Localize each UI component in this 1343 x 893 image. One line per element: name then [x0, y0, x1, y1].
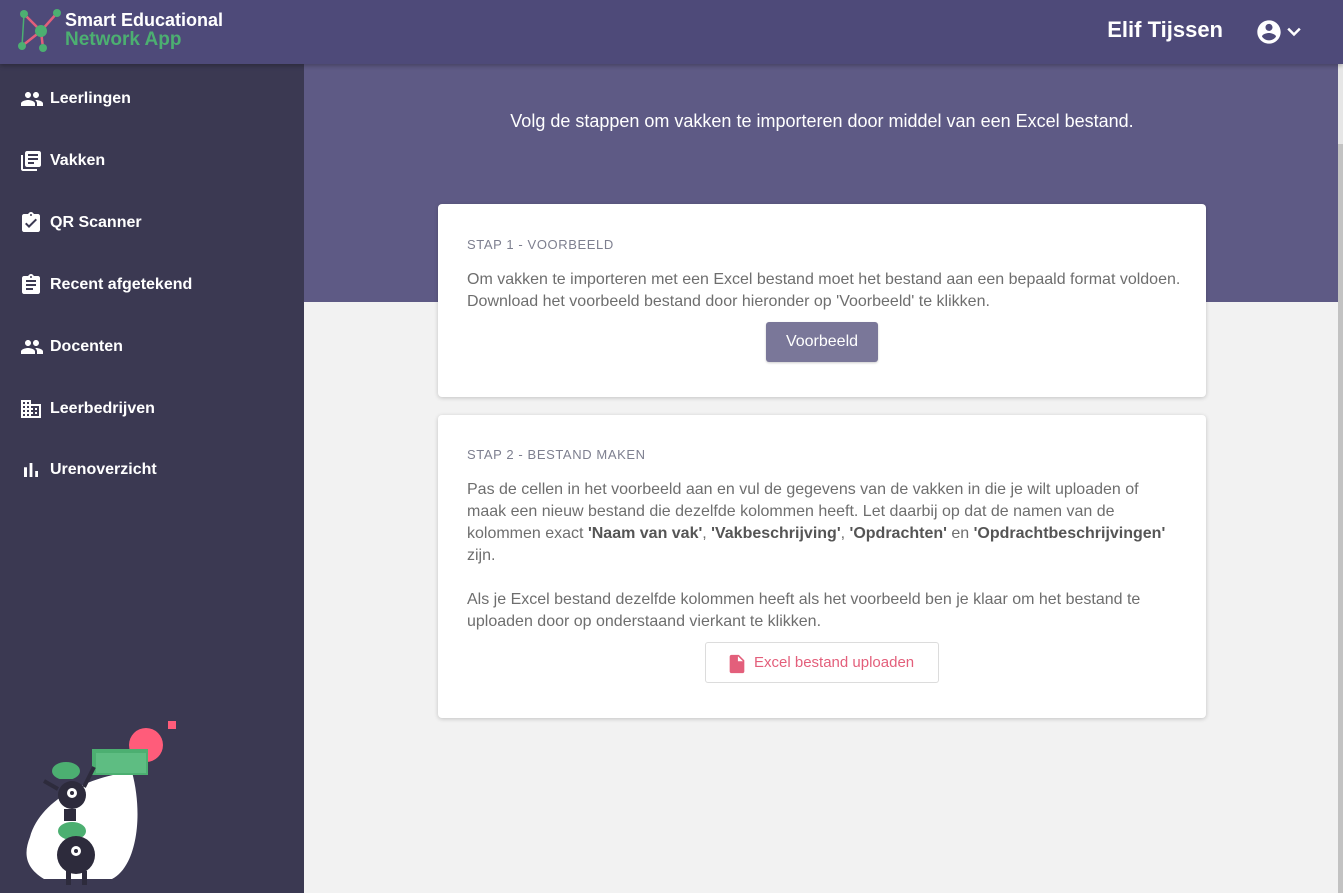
account-menu-button[interactable]	[1255, 18, 1305, 46]
upload-label: Excel bestand uploaden	[754, 654, 915, 671]
app-name-line2: Network App	[65, 29, 182, 50]
sidebar-item-qr-scanner[interactable]: QR Scanner	[0, 198, 304, 248]
sidebar: Leerlingen Vakken QR Scanner Recent afge…	[0, 64, 304, 893]
sidebar-item-docenten[interactable]: Docenten	[0, 322, 304, 372]
step1-card: STAP 1 - VOORBEELD Om vakken te importer…	[438, 204, 1206, 397]
column-name-naam: 'Naam van vak'	[587, 525, 703, 542]
separator: en	[946, 525, 974, 542]
people-icon	[21, 340, 43, 354]
app-logo[interactable]: Smart Educational Network App	[16, 8, 236, 56]
step2-title: STAP 2 - BESTAND MAKEN	[467, 447, 646, 462]
sidebar-item-label: Docenten	[50, 338, 123, 355]
chevron-down-icon	[1287, 27, 1301, 37]
bar-chart-icon	[24, 463, 38, 477]
sidebar-item-vakken[interactable]: Vakken	[0, 136, 304, 186]
top-bar: Smart Educational Network App Elif Tijss…	[0, 0, 1343, 64]
column-name-opdrachtbeschrijvingen: 'Opdrachtbeschrijvingen'	[973, 525, 1166, 542]
sidebar-item-label: Leerbedrijven	[50, 400, 155, 417]
step1-title: STAP 1 - VOORBEELD	[467, 237, 614, 252]
file-icon	[729, 654, 745, 674]
sidebar-item-leerbedrijven[interactable]: Leerbedrijven	[0, 384, 304, 434]
network-logo-icon	[18, 9, 61, 52]
separator: ,	[840, 525, 850, 542]
app-name-line1: Smart Educational	[65, 10, 224, 30]
mascot-illustration	[26, 721, 176, 885]
step2-text: Pas de cellen in het voorbeeld aan en vu…	[467, 479, 1182, 567]
step2-text-end: zijn.	[467, 547, 496, 564]
separator: ,	[702, 525, 712, 542]
app-name: Smart Educational Network App	[65, 10, 223, 50]
sidebar-item-recent-afgetekend[interactable]: Recent afgetekend	[0, 260, 304, 310]
column-name-opdrachten: 'Opdrachten'	[849, 525, 947, 542]
sidebar-item-label: Leerlingen	[50, 90, 131, 107]
sidebar-item-label: Urenoverzicht	[50, 461, 157, 478]
excel-upload-button[interactable]: Excel bestand uploaden	[705, 642, 939, 683]
clipboard-text-icon	[22, 274, 40, 294]
scrollbar-thumb[interactable]	[1338, 144, 1343, 893]
clipboard-check-icon	[22, 212, 40, 232]
step2-text-2: Als je Excel bestand dezelfde kolommen h…	[467, 591, 1141, 630]
sidebar-item-leerlingen[interactable]: Leerlingen	[0, 74, 304, 124]
sidebar-item-label: Vakken	[50, 152, 106, 169]
library-books-icon	[21, 151, 41, 171]
account-circle-icon	[1257, 20, 1281, 44]
sidebar-item-label: QR Scanner	[50, 214, 142, 231]
step1-text: Om vakken te importeren met een Excel be…	[467, 271, 1181, 310]
sidebar-item-label: Recent afgetekend	[50, 276, 193, 293]
step2-card: STAP 2 - BESTAND MAKEN Pas de cellen in …	[438, 415, 1206, 718]
building-icon	[21, 400, 41, 418]
user-name: Elif Tijssen	[1107, 17, 1223, 42]
voorbeeld-button[interactable]: Voorbeeld	[766, 322, 878, 362]
sidebar-item-urenoverzicht[interactable]: Urenoverzicht	[0, 445, 304, 495]
intro-text: Volg de stappen om vakken te importeren …	[510, 111, 1134, 131]
people-icon	[21, 92, 43, 106]
column-name-vakbeschrijving: 'Vakbeschrijving'	[711, 525, 841, 542]
